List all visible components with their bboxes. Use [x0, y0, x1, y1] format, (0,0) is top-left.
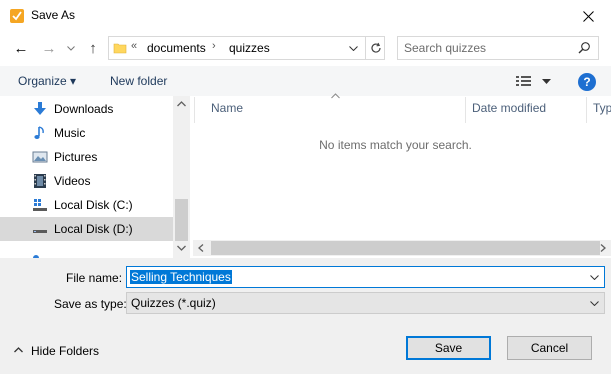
hide-folders-label: Hide Folders [31, 344, 100, 358]
column-divider [465, 97, 466, 123]
sidebar-item-label: Local Disk (D:) [54, 222, 133, 236]
save-as-type-dropdown-button[interactable] [586, 295, 602, 311]
chevron-down-icon [67, 45, 75, 51]
breadcrumb-quizzes[interactable]: quizzes [229, 41, 270, 55]
sort-ascending-icon [331, 93, 340, 99]
sidebar-item-local-disk-c[interactable]: Local Disk (C:) [0, 193, 173, 217]
file-name-dropdown-button[interactable] [586, 269, 602, 285]
save-button[interactable]: Save [406, 336, 491, 360]
organize-menu-button[interactable]: Organize ▾ [18, 74, 76, 88]
breadcrumb-overflow[interactable]: « [131, 40, 137, 52]
content-horizontal-scrollbar-thumb[interactable] [211, 241, 600, 255]
close-icon [583, 10, 594, 22]
sidebar-item-videos[interactable]: Videos [0, 169, 173, 193]
save-as-type-label: Save as type: [54, 297, 127, 311]
disk-icon [33, 199, 47, 211]
app-icon [10, 9, 24, 23]
sidebar-item-partial [32, 249, 40, 261]
breadcrumb-separator-icon[interactable]: › [212, 40, 216, 52]
recent-locations-button[interactable] [64, 38, 78, 58]
up-arrow-icon: ↑ [89, 39, 97, 57]
back-arrow-icon: ← [13, 39, 29, 57]
sidebar-item-local-disk-d[interactable]: Local Disk (D:) [0, 217, 173, 241]
column-header-name[interactable]: Name [211, 101, 243, 115]
refresh-button[interactable] [365, 37, 385, 59]
chevron-down-icon [348, 45, 358, 51]
save-as-type-value: Quizzes (*.quiz) [131, 296, 216, 310]
sidebar-item-label: Pictures [54, 150, 98, 164]
window-title: Save As [31, 8, 76, 22]
new-folder-button[interactable]: New folder [110, 74, 167, 88]
scroll-left-icon[interactable] [193, 240, 209, 256]
address-dropdown-button[interactable] [345, 39, 361, 57]
download-icon [34, 102, 46, 115]
forward-button[interactable]: → [40, 38, 58, 58]
breadcrumb-documents[interactable]: documents [147, 41, 206, 55]
column-header-date-modified[interactable]: Date modified [472, 101, 546, 115]
title-bar: Save As [0, 0, 611, 32]
file-name-label: File name: [66, 271, 123, 285]
search-box[interactable] [397, 36, 599, 60]
chevron-down-icon [589, 300, 599, 306]
column-header-type[interactable]: Typ [593, 101, 611, 115]
search-icon[interactable] [576, 40, 592, 56]
save-as-type-select[interactable]: Quizzes (*.quiz) [126, 292, 605, 314]
file-name-value[interactable]: Selling Techniques [130, 270, 232, 284]
chevron-down-icon [542, 79, 551, 84]
refresh-icon [370, 42, 381, 53]
close-button[interactable] [566, 0, 611, 32]
sidebar-item-downloads[interactable]: Downloads [0, 97, 173, 121]
cancel-button[interactable]: Cancel [507, 336, 592, 360]
sidebar-scrollbar-thumb[interactable] [175, 199, 188, 241]
sidebar-item-label: Downloads [54, 102, 114, 116]
chevron-up-icon [14, 347, 23, 353]
videos-icon [34, 174, 46, 188]
disk-icon [33, 230, 47, 233]
search-input[interactable] [404, 40, 574, 56]
column-divider [586, 97, 587, 123]
scroll-up-icon[interactable] [173, 96, 190, 112]
chevron-down-icon [589, 274, 599, 280]
forward-arrow-icon: → [41, 39, 57, 57]
folder-icon [113, 43, 127, 54]
empty-results-message: No items match your search. [319, 138, 472, 152]
scroll-down-icon[interactable] [173, 240, 190, 256]
column-divider [194, 97, 195, 123]
address-bar[interactable]: « documents › quizzes [108, 36, 385, 60]
help-button[interactable]: ? [578, 73, 596, 91]
change-view-button[interactable] [515, 73, 553, 89]
up-button[interactable]: ↑ [84, 38, 102, 58]
sidebar-item-label: Local Disk (C:) [54, 198, 133, 212]
navigation-pane: Downloads Music Pictures Videos Local Di… [0, 96, 190, 261]
sidebar-item-label: Videos [54, 174, 91, 188]
toolbar: Organize ▾ New folder ? [0, 66, 611, 96]
file-name-field[interactable]: Selling Techniques [126, 266, 605, 288]
back-button[interactable]: ← [12, 38, 30, 58]
details-view-icon [516, 76, 531, 86]
